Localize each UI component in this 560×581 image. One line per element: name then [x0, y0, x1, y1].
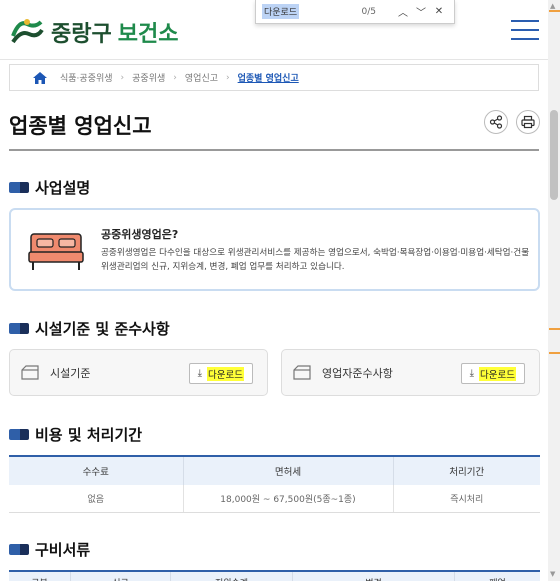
fee-table: 수수료 면허세 처리기간 없음 18,000원 ~ 67,500원(5종~1종)… [9, 455, 540, 513]
find-count: 0/5 [361, 6, 376, 17]
page-title: 업종별 영업신고 [9, 114, 152, 138]
printer-icon [521, 115, 535, 129]
title-divider [9, 149, 539, 151]
download-icon: ⤓ [197, 368, 203, 379]
table-header-cell: 폐업 [455, 572, 540, 581]
breadcrumb-item[interactable]: 영업신고 [185, 71, 218, 84]
breadcrumb-current[interactable]: 업종별 영업신고 [238, 71, 299, 84]
breadcrumb-item[interactable]: 식품·공중위생 [60, 71, 113, 84]
section-header-cost: 비용 및 처리기간 [9, 424, 142, 445]
table-row: 없음 18,000원 ~ 67,500원(5종~1종) 즉시처리 [9, 485, 540, 513]
download-card-name: 영업자준수사항 [322, 366, 393, 380]
table-cell: 없음 [9, 485, 184, 513]
download-card-name: 시설기준 [50, 366, 91, 380]
section-header-facility: 시설기준 및 준수사항 [9, 318, 170, 339]
logo-text-district: 중랑구 [51, 22, 112, 47]
download-card-facility: 시설기준 ⤓ 다운로드 [9, 349, 268, 396]
scrollbar-thumb[interactable] [550, 110, 558, 200]
info-card: 공중위생영업은? 공중위생영업은 다수인을 대상으로 위생관리서비스를 제공하는… [9, 208, 540, 291]
file-box-icon [21, 364, 39, 380]
chevron-up-icon[interactable]: ︿ [394, 4, 412, 19]
section-bullet-icon [9, 429, 29, 440]
download-card-compliance: 영업자준수사항 ⤓ 다운로드 [281, 349, 540, 396]
breadcrumb-item[interactable]: 공중위생 [132, 71, 165, 84]
section-header-docs: 구비서류 [9, 539, 90, 560]
find-input[interactable]: 다운로드 [262, 4, 300, 19]
find-bar: 다운로드 0/5 ︿ ﹀ ✕ [255, 0, 455, 24]
info-description: 공중위생영업은 다수인을 대상으로 위생관리서비스를 제공하는 영업으로서, 숙… [101, 248, 530, 272]
file-box-icon [293, 364, 311, 380]
section-bullet-icon [9, 323, 29, 334]
table-header-cell: 면허세 [183, 455, 394, 485]
scrollbar-track[interactable] [548, 0, 560, 581]
site-logo[interactable]: 중랑구 보건소 [9, 16, 178, 48]
scroll-up-icon[interactable]: ▲ [550, 2, 555, 10]
table-header-cell: 처리기간 [393, 455, 540, 485]
table-header-cell: 수수료 [9, 455, 184, 485]
chevron-down-icon[interactable]: ﹀ [412, 4, 430, 19]
section-header-business: 사업설명 [9, 177, 90, 198]
bed-icon [28, 233, 84, 270]
print-button[interactable] [516, 110, 540, 134]
download-icon: ⤓ [469, 368, 475, 379]
table-header-cell: 구분 [9, 572, 71, 581]
home-icon[interactable] [32, 71, 48, 85]
breadcrumb: 식품·공중위생 › 공중위생 › 영업신고 › 업종별 영업신고 [9, 64, 539, 91]
find-match-marker [549, 10, 560, 12]
hamburger-icon[interactable] [511, 20, 539, 40]
logo-icon [11, 19, 44, 44]
info-title: 공중위생영업은? [101, 228, 179, 241]
find-match-marker [549, 328, 560, 330]
close-icon[interactable]: ✕ [430, 6, 448, 17]
share-icon [489, 115, 503, 129]
download-button[interactable]: ⤓ 다운로드 [460, 363, 525, 384]
scroll-down-icon[interactable]: ▼ [550, 570, 555, 578]
section-bullet-icon [9, 182, 29, 193]
table-header-row: 수수료 면허세 처리기간 [9, 455, 540, 485]
table-header-cell: 신규 [71, 572, 171, 581]
find-match-marker [549, 352, 560, 354]
logo-text-center: 보건소 [117, 22, 179, 47]
table-header-cell: 변경 [293, 572, 455, 581]
docs-table-header: 구분 신규 지위승계 변경 폐업 [9, 570, 540, 581]
share-button[interactable] [484, 110, 508, 134]
table-cell: 즉시처리 [393, 485, 540, 513]
section-bullet-icon [9, 544, 29, 555]
table-cell: 18,000원 ~ 67,500원(5종~1종) [183, 485, 394, 513]
title-actions [484, 110, 540, 134]
table-header-cell: 지위승계 [171, 572, 293, 581]
download-button[interactable]: ⤓ 다운로드 [188, 363, 253, 384]
